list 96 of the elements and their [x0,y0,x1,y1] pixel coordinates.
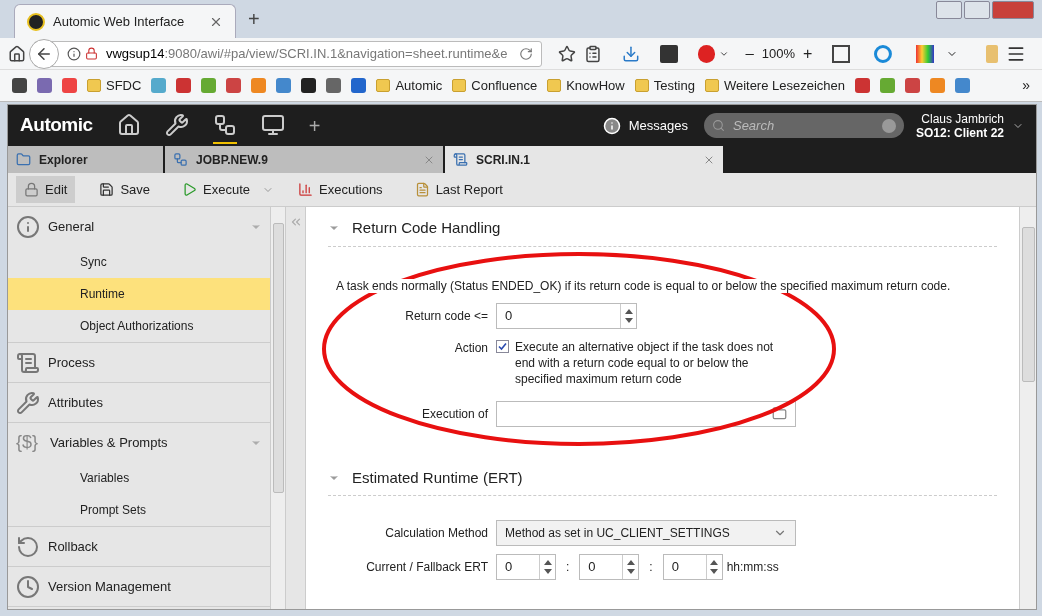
bookmark-folder[interactable]: Weitere Lesezeichen [704,75,846,96]
info-icon [602,116,621,135]
time-unit: hh:mm:ss [726,559,779,576]
explorer-icon [16,152,31,167]
seconds-field[interactable]: 0 [662,554,723,580]
sidebar-section[interactable]: Rollback [8,527,270,566]
sidebar-section[interactable]: General [8,207,270,246]
search-input[interactable]: Search [732,115,874,136]
sidebar-scrollbar[interactable] [271,207,286,609]
field-label: Return code <= [404,307,488,325]
client-name[interactable]: SO12: Client 22 [915,125,1004,140]
minimize-icon[interactable] [936,1,962,19]
dollar-braces-icon: {$} [16,429,42,456]
messages-link[interactable]: Messages [628,115,688,136]
toolbar-button[interactable]: Edit [16,176,76,203]
url-text[interactable]: vwgsup14:9080/awi/#pa/view/SCRI.IN.1&navigation=sheet.runtime&e [105,43,511,64]
spinner-arrows-icon[interactable] [710,558,719,576]
report-icon [414,182,430,197]
section-icon [16,534,40,559]
zoom-level[interactable]: 100% [761,43,795,64]
bookmark-folder[interactable]: Testing [634,75,695,96]
insecure-lock-icon [84,47,98,60]
bookmark-icon[interactable] [301,78,317,93]
section-icon [16,214,40,239]
sidebar-item[interactable]: Variables [8,462,270,494]
bookmark-folder[interactable]: Automic [376,75,443,96]
folder-icon[interactable] [772,406,787,421]
app-logo[interactable]: Automic [20,111,93,140]
sidebar-section[interactable]: Version Management [8,567,270,606]
field-label: Current / Fallback ERT [365,559,488,576]
return-code-field[interactable]: 0 [496,302,637,329]
workflow-icon [173,152,188,167]
hours-field[interactable]: 0 [496,554,556,580]
sidebar-section[interactable]: Attributes [8,383,270,422]
checkbox[interactable] [496,339,509,353]
extension-icon[interactable] [832,44,851,63]
toolbar-button[interactable]: Last Report [406,176,511,203]
search-field[interactable]: Search [703,113,904,138]
home-icon[interactable] [8,44,26,63]
sidebar-item[interactable]: Object Authorizations [8,310,270,342]
section-icon [16,390,40,415]
document-tab[interactable]: Explorer [8,146,165,173]
document-tab[interactable]: SCRI.IN.1 [445,146,725,173]
toolbar-button[interactable]: Save [91,176,159,203]
checkbox-label[interactable]: Execute an alternative object if the task does not end with a return code equal to or below the specified maximum return code [515,338,785,387]
document-tab[interactable]: JOBP.NEW.9 [165,146,445,173]
execute-icon [182,182,198,197]
script-icon [453,152,468,167]
reload-icon[interactable] [518,46,533,61]
time-separator: : [566,559,570,576]
bookmark-folder[interactable]: SFDC [87,75,142,96]
field-label: Action [453,339,488,357]
section-icon [16,574,40,599]
calculation-method-dropdown[interactable]: Method as set in UC_CLIENT_SETTINGS [496,520,796,546]
toolbar-button[interactable]: Execute [174,176,259,203]
zoom-out-button[interactable]: – [745,42,754,65]
section-title: Return Code Handling [352,218,501,238]
field-label: Calculation Method [384,525,488,542]
sidebar-section[interactable]: Process [8,343,270,382]
spinner-arrows-icon[interactable] [543,558,552,576]
restore-icon[interactable] [964,1,990,19]
sidebar-item[interactable]: Runtime [8,278,270,310]
add-button[interactable]: + [308,110,321,141]
search-icon [711,119,725,132]
sidebar-item[interactable]: Sync [8,246,270,278]
back-button[interactable] [28,38,59,69]
content-scrollbar[interactable] [1019,207,1036,609]
zoom-in-button[interactable]: + [803,41,813,66]
extension-icon[interactable] [659,44,678,63]
edit-icon [24,182,39,197]
bookmark-folder[interactable]: Confluence [452,75,538,96]
site-icon [27,12,45,31]
executions-icon [298,182,314,197]
info-icon [66,46,81,61]
section-icon [16,350,40,375]
field-label: Execution of [420,405,488,423]
save-icon [99,182,115,197]
description-text: A task ends normally (Status ENDED_OK) if its return code is equal to or below the specified maximum return code. [336,278,951,293]
spinner-arrows-icon[interactable] [626,558,635,576]
toolbar-button[interactable]: Executions [290,176,391,203]
sidebar-section[interactable]: {$} Variables & Prompts [8,423,270,462]
new-tab-button[interactable]: + [236,4,272,38]
user-name[interactable]: Claus Jambrich [921,111,1004,126]
browser-tab[interactable]: Automic Web Interface [14,4,236,38]
minutes-field[interactable]: 0 [579,554,640,580]
sidebar-item[interactable]: Prompt Sets [8,494,270,526]
section-title: Estimated Runtime (ERT) [352,467,523,488]
palette-icon[interactable] [916,44,935,63]
ring-icon[interactable] [874,44,893,63]
bookmark-folder[interactable]: KnowHow [547,75,625,96]
reader-icon[interactable] [583,44,602,63]
download-icon[interactable] [621,44,640,63]
execution-field[interactable] [496,400,796,427]
time-separator: : [649,559,653,576]
more-bookmarks[interactable]: » [1022,75,1030,96]
bookmark-star-icon[interactable] [557,44,576,63]
